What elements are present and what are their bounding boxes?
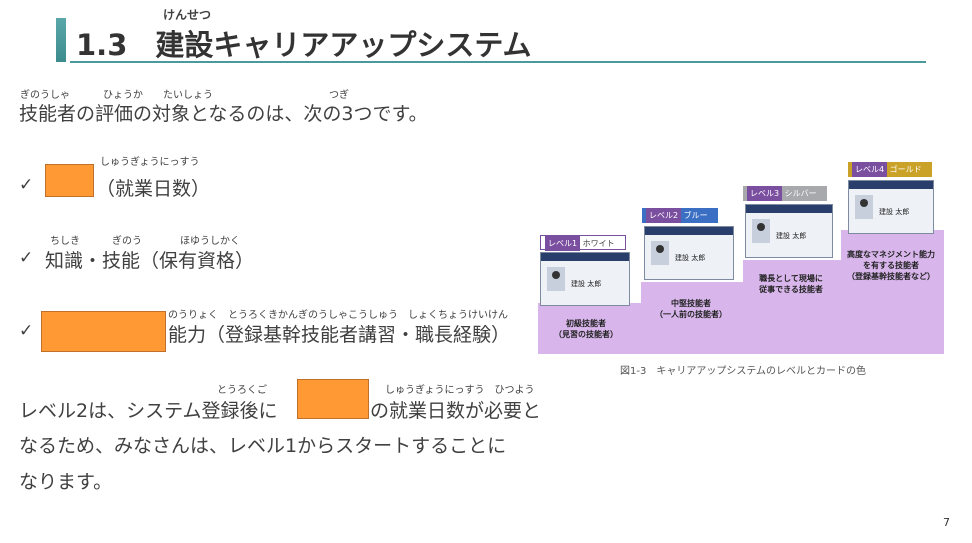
para-ruby-1: とうろくご: [217, 385, 267, 396]
item2-text: 知識・技能（保有資格）: [45, 250, 255, 272]
level3-badge: レベル3 シルバー: [743, 186, 827, 201]
card-photo: [855, 195, 873, 219]
para-line-1a: レベル2は、システム登録後に: [19, 400, 278, 422]
para-ruby-2: しゅうぎょうにっすう ひつよう: [385, 385, 535, 396]
para-line-3: なります。: [19, 471, 113, 493]
level3-card: 建設 太郎: [745, 204, 833, 258]
card-photo: [651, 241, 669, 265]
level2-card: 建設 太郎: [644, 226, 734, 280]
level4-card: 建設 太郎: [848, 180, 934, 234]
title-underline: [70, 61, 926, 63]
career-level-figure: レベル1 ホワイト 建設 太郎 初級技能者 （見習の技能者） レベル2 ブルー …: [538, 160, 944, 354]
item2-ruby-3: ほゆうしかく: [180, 236, 240, 247]
intro-text: 技能者の評価の対象となるのは、次の3つです。: [19, 103, 428, 125]
title-number: 1.3: [76, 28, 128, 62]
check-icon: ✓: [19, 248, 34, 268]
level2-badge: レベル2 ブルー: [642, 208, 718, 223]
card-photo: [547, 267, 565, 291]
title-text: 建設キャリアアップシステム: [155, 28, 532, 62]
level1-card: 建設 太郎: [540, 252, 630, 306]
item1-text: （就業日数）: [96, 178, 211, 200]
para-line-2: なるため、みなさんは、レベル1からスタートすることに: [19, 435, 507, 457]
check-icon: ✓: [19, 321, 34, 341]
title-accent-bar: [56, 18, 66, 62]
title-ruby: けんせつ: [163, 8, 212, 22]
para-line-1b: の就業日数が必要と: [370, 400, 542, 422]
level2-label: 中堅技能者 （一人前の技能者）: [655, 299, 727, 319]
level4-label: 高度なマネジメント能力 を有する技能者 （登録基幹技能者など）: [847, 250, 935, 281]
level3-label: 職長として現場に 従事できる技能者: [759, 274, 823, 294]
level4-badge: レベル4 ゴールド: [848, 162, 932, 177]
level1-label: 初級技能者 （見習の技能者）: [554, 319, 618, 339]
blank-box-3: [297, 379, 369, 419]
item2-ruby-1: ちしき: [50, 236, 80, 247]
card-photo: [752, 219, 770, 243]
level1-badge: レベル1 ホワイト: [540, 235, 626, 251]
check-icon: ✓: [19, 175, 34, 195]
item1-ruby: しゅうぎょうにっすう: [100, 157, 200, 168]
item3-text: 能力（登録基幹技能者講習・職長経験）: [168, 324, 511, 346]
blank-box-1: [45, 164, 94, 197]
page-number: 7: [943, 516, 950, 529]
item2-ruby-2: ぎのう: [112, 236, 142, 247]
figure-caption: 図1-3 キャリアアップシステムのレベルとカードの色: [620, 366, 867, 377]
item3-ruby: のうりょく とうろくきかんぎのうしゃこうしゅう しょくちょうけいけん: [168, 310, 508, 321]
page-title: 1.3 建設キャリアアップシステム: [76, 22, 532, 64]
blank-box-2: [41, 311, 166, 352]
